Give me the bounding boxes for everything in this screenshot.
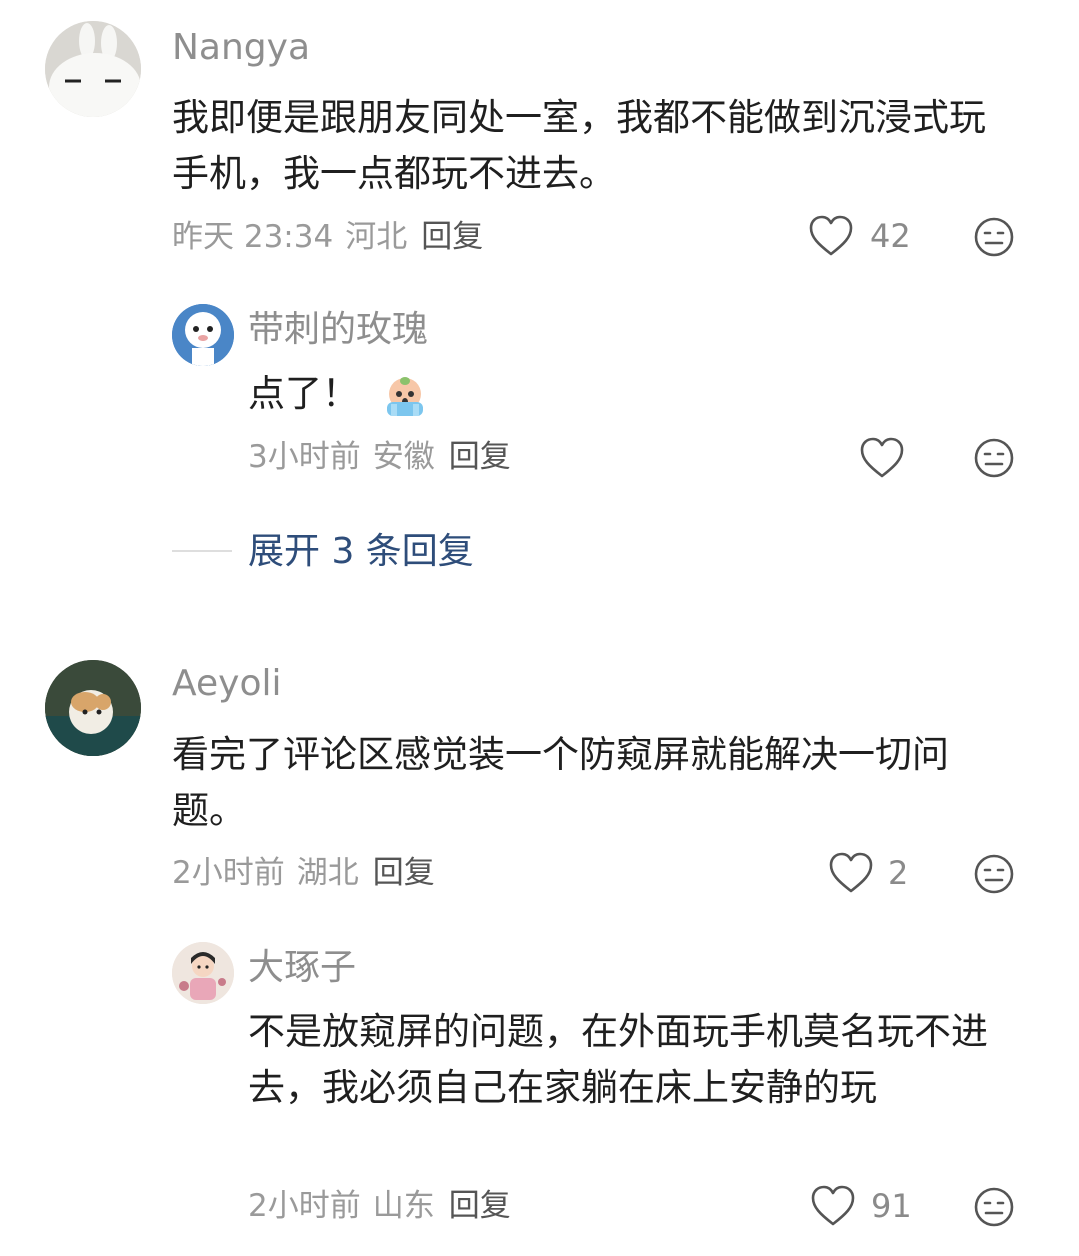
like-count: 42 bbox=[870, 217, 911, 255]
meh-face-icon bbox=[974, 854, 1014, 894]
reply-meta: 2小时前 山东 回复 bbox=[248, 1186, 511, 1226]
expand-divider bbox=[172, 550, 232, 552]
expand-replies-button[interactable]: 展开 3 条回复 bbox=[248, 530, 474, 574]
avatar-nangya[interactable] bbox=[45, 21, 141, 117]
meh-face-icon bbox=[974, 217, 1014, 257]
crying-emoji-icon bbox=[381, 372, 429, 420]
reply-button[interactable]: 回复 bbox=[373, 855, 435, 891]
dislike-button[interactable] bbox=[973, 216, 1015, 258]
like-button[interactable] bbox=[859, 436, 905, 480]
comment-username[interactable]: Nangya bbox=[172, 26, 310, 70]
reply-username[interactable]: 带刺的玫瑰 bbox=[248, 308, 428, 352]
reply-text: 不是放窥屏的问题，在外面玩手机莫名玩不进去，我必须自己在家躺在床上安静的玩 bbox=[248, 1010, 988, 1109]
like-button[interactable] bbox=[810, 1184, 856, 1228]
reply-username[interactable]: 大琢子 bbox=[248, 946, 356, 990]
dislike-button[interactable] bbox=[973, 853, 1015, 895]
dislike-button[interactable] bbox=[973, 1186, 1015, 1228]
cartoon-sheep-icon bbox=[172, 304, 234, 366]
white-rabbit-plush-icon bbox=[45, 21, 141, 117]
reply-button[interactable]: 回复 bbox=[449, 439, 511, 475]
comment-location: 河北 bbox=[345, 219, 408, 255]
hamster-plush-icon bbox=[45, 660, 141, 756]
comment-time: 昨天 23:34 bbox=[172, 219, 334, 255]
reply-text-row: 点了！ bbox=[248, 366, 429, 422]
comment-meta: 2小时前 湖北 回复 bbox=[172, 853, 435, 893]
like-button[interactable] bbox=[828, 851, 874, 895]
reply-button[interactable]: 回复 bbox=[449, 1188, 511, 1224]
comment-meta: 昨天 23:34 河北 回复 bbox=[172, 217, 483, 257]
avatar-reply-1[interactable] bbox=[172, 304, 234, 366]
comment-location: 湖北 bbox=[296, 855, 359, 891]
like-button[interactable] bbox=[808, 214, 854, 258]
cartoon-girl-icon bbox=[172, 942, 234, 1004]
comment-time: 2小时前 bbox=[172, 855, 285, 891]
reply-text: 点了！ bbox=[248, 372, 359, 415]
heart-outline-icon bbox=[809, 215, 853, 256]
like-count: 91 bbox=[871, 1187, 912, 1225]
avatar-aeyoli[interactable] bbox=[45, 660, 141, 756]
meh-face-icon bbox=[974, 438, 1014, 478]
comment-text: 看完了评论区感觉装一个防窥屏就能解决一切问题。 bbox=[172, 733, 949, 832]
heart-outline-icon bbox=[811, 1185, 855, 1226]
heart-outline-icon bbox=[829, 852, 873, 893]
dislike-button[interactable] bbox=[973, 437, 1015, 479]
avatar-reply-2[interactable] bbox=[172, 942, 234, 1004]
comment-text: 我即便是跟朋友同处一室，我都不能做到沉浸式玩手机，我一点都玩不进去。 bbox=[172, 96, 986, 195]
like-count: 2 bbox=[888, 854, 909, 892]
reply-meta: 3小时前 安徽 回复 bbox=[248, 437, 511, 477]
meh-face-icon bbox=[974, 1187, 1014, 1227]
reply-location: 安徽 bbox=[372, 439, 435, 475]
reply-time: 2小时前 bbox=[248, 1188, 361, 1224]
heart-outline-icon bbox=[860, 437, 904, 478]
reply-time: 3小时前 bbox=[248, 439, 361, 475]
reply-location: 山东 bbox=[372, 1188, 435, 1224]
comment-username[interactable]: Aeyoli bbox=[172, 662, 281, 706]
reply-button[interactable]: 回复 bbox=[421, 219, 483, 255]
